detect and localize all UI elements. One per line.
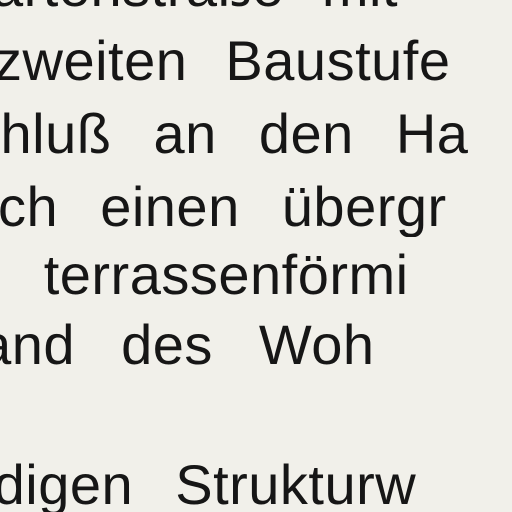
document-page: artenstraße mit zweiten Baustufe chluß a…: [0, 0, 512, 512]
text-line-1-content: artenstraße mit: [0, 0, 398, 17]
text-line-4-content: ch einen übergr: [0, 177, 447, 237]
text-line-2-content: zweiten Baustufe: [0, 31, 451, 91]
text-line-6: rland des Woh: [0, 315, 512, 375]
text-line-3: chluß an den Ha: [0, 104, 512, 164]
text-line-3-content: chluß an den Ha: [0, 104, 469, 164]
text-line-5: n terrassenförmi: [0, 245, 512, 305]
text-line-4: ch einen übergr: [0, 177, 512, 237]
text-line-2: zweiten Baustufe: [0, 31, 512, 91]
text-line-7-content: ndigen Strukturw: [0, 455, 417, 512]
text-line-7: ndigen Strukturw: [0, 455, 512, 512]
text-line-5-content: n terrassenförmi: [0, 245, 409, 305]
text-line-1: artenstraße mit: [0, 0, 512, 17]
text-line-6-content: rland des Woh: [0, 315, 375, 375]
